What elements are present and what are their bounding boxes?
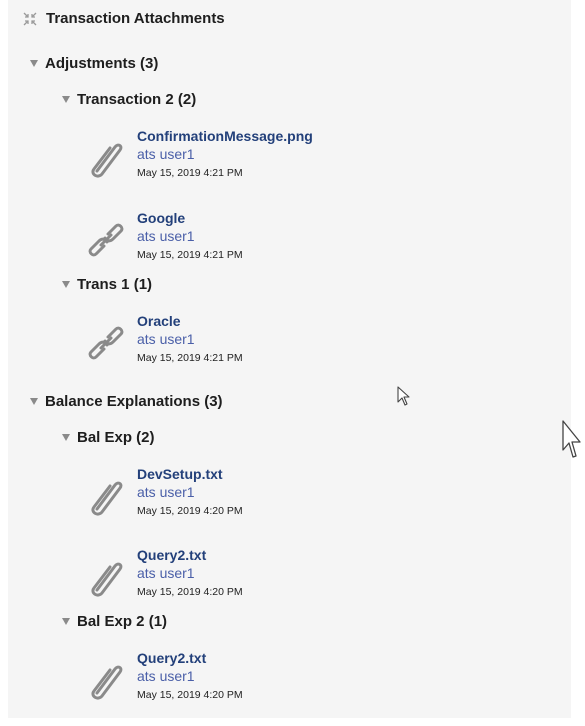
subgroup-label: Bal Exp 2 (1) [77,613,168,630]
subgroup-bal-exp[interactable]: Bal Exp (2) [62,429,155,446]
group-adjustments[interactable]: Adjustments (3) [30,55,158,72]
subgroup-trans-1[interactable]: Trans 1 (1) [62,276,152,293]
attachment-user: ats user1 [137,565,195,581]
subgroup-label: Bal Exp (2) [77,429,155,446]
attachment-name-link[interactable]: Query2.txt [137,650,206,666]
group-balance-explanations[interactable]: Balance Explanations (3) [30,393,223,410]
attachment-user: ats user1 [137,228,195,244]
group-label: Adjustments (3) [45,55,159,72]
attachment-name-link[interactable]: Google [137,210,185,226]
attachment-name-link[interactable]: ConfirmationMessage.png [137,128,313,144]
expand-triangle-icon[interactable] [30,398,38,405]
paperclip-icon [91,562,123,597]
expand-triangle-icon[interactable] [30,60,38,67]
attachment-date: May 15, 2019 4:21 PM [137,352,243,364]
subgroup-transaction-2[interactable]: Transaction 2 (2) [62,91,196,108]
transaction-attachments-panel: Transaction Attachments Adjustments (3) … [8,0,581,718]
expand-triangle-icon[interactable] [62,618,70,625]
attachment-user: ats user1 [137,668,195,684]
mouse-pointer-icon [562,420,581,458]
link-icon [88,326,124,360]
subgroup-label: Trans 1 (1) [77,276,153,293]
subgroup-label: Transaction 2 (2) [77,91,197,108]
attachment-user: ats user1 [137,331,195,347]
mouse-pointer-icon [397,386,410,406]
attachment-name-link[interactable]: DevSetup.txt [137,466,223,482]
attachment-user: ats user1 [137,146,195,162]
group-label: Balance Explanations (3) [45,393,223,410]
collapse-arrows-icon[interactable] [22,11,38,27]
panel-title: Transaction Attachments [46,10,225,27]
paperclip-icon [91,143,123,178]
attachment-date: May 15, 2019 4:20 PM [137,689,243,701]
attachment-name-link[interactable]: Query2.txt [137,547,206,563]
attachment-date: May 15, 2019 4:21 PM [137,167,243,179]
attachment-user: ats user1 [137,484,195,500]
attachment-date: May 15, 2019 4:21 PM [137,249,243,261]
panel-header: Transaction Attachments [22,10,225,27]
subgroup-bal-exp-2[interactable]: Bal Exp 2 (1) [62,613,167,630]
attachment-date: May 15, 2019 4:20 PM [137,586,243,598]
attachment-date: May 15, 2019 4:20 PM [137,505,243,517]
paperclip-icon [91,665,123,700]
expand-triangle-icon[interactable] [62,96,70,103]
expand-triangle-icon[interactable] [62,281,70,288]
link-icon [88,223,124,257]
paperclip-icon [91,481,123,516]
attachment-name-link[interactable]: Oracle [137,313,181,329]
expand-triangle-icon[interactable] [62,434,70,441]
